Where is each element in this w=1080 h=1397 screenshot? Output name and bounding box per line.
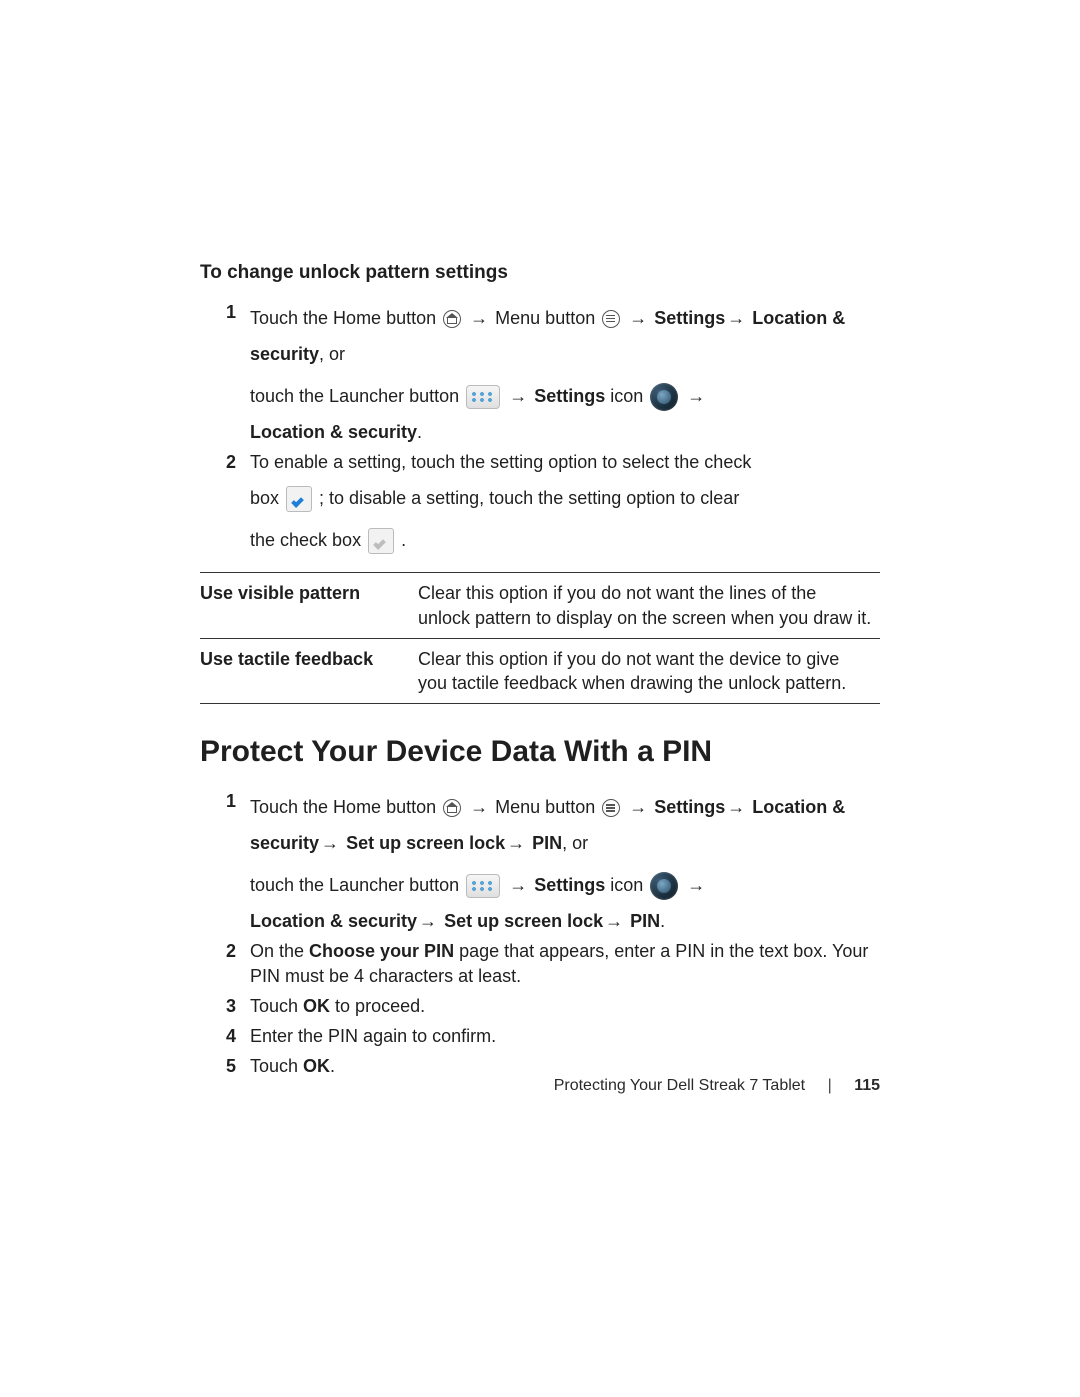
text: icon <box>605 386 648 406</box>
text: . <box>330 1056 335 1076</box>
text-bold: Location & security <box>250 422 417 442</box>
step-number: 1 <box>200 300 250 324</box>
text: ; to disable a setting, touch the settin… <box>319 488 739 508</box>
step-number: 3 <box>200 994 250 1018</box>
step-number: 1 <box>200 789 250 813</box>
step-2: 2 To enable a setting, touch the setting… <box>200 450 880 558</box>
step-1: 1 Touch the Home button → Menu button → … <box>200 789 880 933</box>
pattern-settings-steps: 1 Touch the Home button → Menu button → … <box>200 300 880 559</box>
text: , or <box>319 344 345 364</box>
text-bold: PIN <box>630 911 660 931</box>
arrow-icon: → <box>468 797 490 817</box>
footer-divider: | <box>810 1077 850 1094</box>
text: box <box>250 488 284 508</box>
text-bold: OK <box>303 1056 330 1076</box>
step-body: Touch the Home button → Menu button → Se… <box>250 789 880 933</box>
arrow-icon: → <box>468 308 490 328</box>
settings-icon <box>650 872 678 900</box>
step-body: On the Choose your PIN page that appears… <box>250 939 880 988</box>
menu-icon <box>602 799 620 817</box>
step-body: Enter the PIN again to confirm. <box>250 1024 880 1048</box>
text: Menu button <box>495 797 600 817</box>
step-4: 4 Enter the PIN again to confirm. <box>200 1024 880 1048</box>
step-body: Touch OK to proceed. <box>250 994 880 1018</box>
arrow-icon: → <box>627 308 649 328</box>
checkbox-checked-icon <box>286 486 312 512</box>
text: Touch the Home button <box>250 797 441 817</box>
arrow-icon: → <box>417 911 439 931</box>
text: icon <box>605 875 648 895</box>
text-bold: OK <box>303 996 330 1016</box>
text: to proceed. <box>330 996 425 1016</box>
step-1: 1 Touch the Home button → Menu button → … <box>200 300 880 444</box>
text: touch the Launcher button <box>250 875 464 895</box>
text: touch the Launcher button <box>250 386 464 406</box>
text: . <box>660 911 665 931</box>
footer-title: Protecting Your Dell Streak 7 Tablet <box>554 1077 805 1094</box>
text-bold: Set up screen lock <box>444 911 603 931</box>
section-heading-pattern-settings: To change unlock pattern settings <box>200 260 880 286</box>
text-bold: Choose your PIN <box>309 941 454 961</box>
menu-icon <box>602 310 620 328</box>
table-row: Use visible pattern Clear this option if… <box>200 573 880 639</box>
arrow-icon: → <box>505 833 527 853</box>
checkbox-unchecked-icon <box>368 528 394 554</box>
pin-steps: 1 Touch the Home button → Menu button → … <box>200 789 880 1079</box>
text: . <box>417 422 422 442</box>
options-table: Use visible pattern Clear this option if… <box>200 572 880 704</box>
text: Touch the Home button <box>250 308 441 328</box>
text-bold: Settings <box>534 875 605 895</box>
arrow-icon: → <box>507 386 529 406</box>
arrow-icon: → <box>627 797 649 817</box>
option-description: Clear this option if you do not want the… <box>418 573 880 639</box>
home-icon <box>443 799 461 817</box>
text: the check box <box>250 530 366 550</box>
text: Touch <box>250 996 303 1016</box>
section-heading-pin: Protect Your Device Data With a PIN <box>200 732 880 773</box>
option-label: Use visible pattern <box>200 573 418 639</box>
text: . <box>401 530 406 550</box>
step-3: 3 Touch OK to proceed. <box>200 994 880 1018</box>
table-row: Use tactile feedback Clear this option i… <box>200 638 880 704</box>
page-number: 115 <box>854 1077 880 1094</box>
home-icon <box>443 310 461 328</box>
text: Touch <box>250 1056 303 1076</box>
text: Enter the PIN again to confirm. <box>250 1024 880 1048</box>
launcher-icon <box>466 874 500 898</box>
step-number: 2 <box>200 939 250 963</box>
step-body: Touch the Home button → Menu button → Se… <box>250 300 880 444</box>
launcher-icon <box>466 385 500 409</box>
page-footer: Protecting Your Dell Streak 7 Tablet | 1… <box>554 1075 880 1097</box>
step-number: 4 <box>200 1024 250 1048</box>
arrow-icon: → <box>603 911 625 931</box>
text-bold: Settings <box>534 386 605 406</box>
arrow-icon: → <box>507 875 529 895</box>
text: , or <box>562 833 588 853</box>
option-description: Clear this option if you do not want the… <box>418 638 880 704</box>
arrow-icon: → <box>319 833 341 853</box>
arrow-icon: → <box>685 386 707 406</box>
arrow-icon: → <box>725 797 747 817</box>
arrow-icon: → <box>685 875 707 895</box>
manual-page: To change unlock pattern settings 1 Touc… <box>0 0 1080 1397</box>
text: On the <box>250 941 309 961</box>
step-number: 2 <box>200 450 250 474</box>
arrow-icon: → <box>725 308 747 328</box>
settings-icon <box>650 383 678 411</box>
text: To enable a setting, touch the setting o… <box>250 452 751 472</box>
text-bold: PIN <box>532 833 562 853</box>
text: Menu button <box>495 308 600 328</box>
text-bold: Settings <box>654 797 725 817</box>
text-bold: Location & security <box>250 911 417 931</box>
text-bold: Settings <box>654 308 725 328</box>
step-body: To enable a setting, touch the setting o… <box>250 450 880 558</box>
option-label: Use tactile feedback <box>200 638 418 704</box>
text-bold: Set up screen lock <box>346 833 505 853</box>
step-number: 5 <box>200 1054 250 1078</box>
step-2: 2 On the Choose your PIN page that appea… <box>200 939 880 988</box>
